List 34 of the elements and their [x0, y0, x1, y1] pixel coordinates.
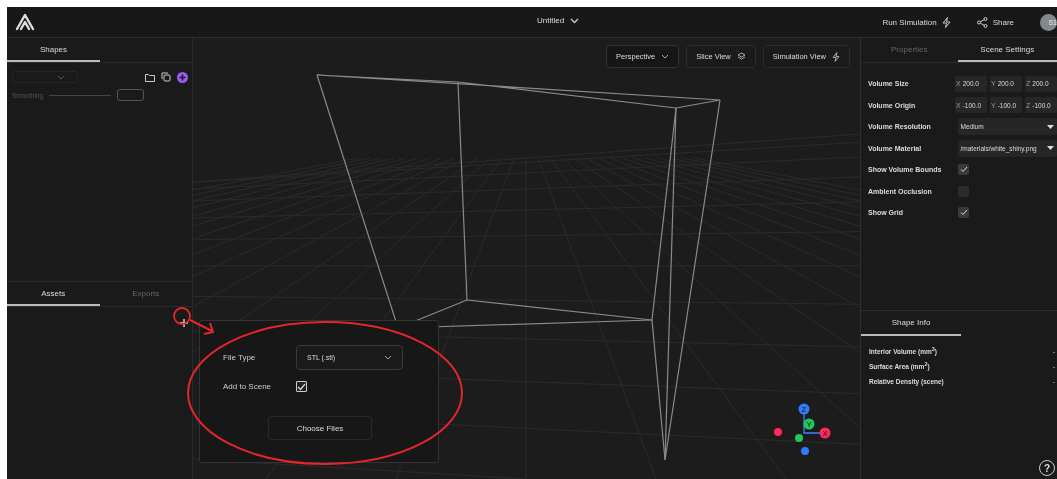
checkbox[interactable] [958, 164, 969, 176]
lightning-icon [941, 16, 951, 28]
copy-icon[interactable] [161, 72, 171, 82]
arrow [189, 319, 215, 335]
axis-dot[interactable] [801, 447, 809, 455]
add-icon[interactable] [179, 318, 189, 328]
panel-tab[interactable]: Shape Info [861, 310, 961, 336]
chevron-down-icon [570, 17, 580, 24]
chevron-down-icon [57, 74, 65, 80]
chevron-down-icon [384, 355, 392, 360]
axis-dot[interactable] [795, 434, 803, 442]
panel-tab[interactable]: Shapes [7, 38, 100, 62]
caret-down-icon [1047, 124, 1054, 129]
folder-icon[interactable] [145, 72, 155, 82]
logo-icon [15, 13, 35, 31]
checkbox[interactable] [958, 207, 969, 219]
project-title-dropdown[interactable]: Untitled [537, 16, 580, 25]
choose-files-button[interactable]: Choose Files [268, 416, 372, 440]
panel-tab[interactable]: Scene Settings [957, 38, 1057, 62]
caret-down-icon [1047, 146, 1054, 151]
add-icon[interactable] [177, 71, 188, 83]
share-button[interactable]: Share [976, 16, 1014, 28]
smoothing-input[interactable] [117, 89, 145, 101]
run-simulation-button[interactable]: Run Simulation [882, 16, 951, 28]
lightning-icon [832, 51, 840, 62]
add-to-scene-label: Add to Scene [223, 382, 273, 391]
layers-icon [736, 52, 746, 61]
share-icon [976, 16, 988, 28]
chevron-down-icon [661, 54, 670, 59]
file-type-label: File Type [223, 353, 257, 362]
checkbox[interactable] [296, 381, 307, 392]
axis-dot[interactable] [774, 428, 782, 436]
panel-tab[interactable]: Assets [7, 282, 100, 306]
highlight-circle [173, 307, 191, 325]
